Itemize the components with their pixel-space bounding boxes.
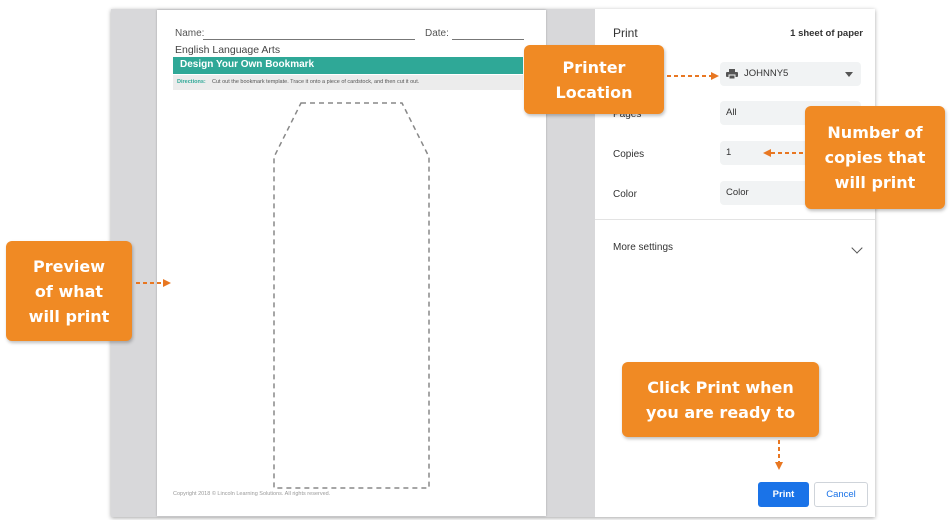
arrow-layer (136, 72, 803, 470)
